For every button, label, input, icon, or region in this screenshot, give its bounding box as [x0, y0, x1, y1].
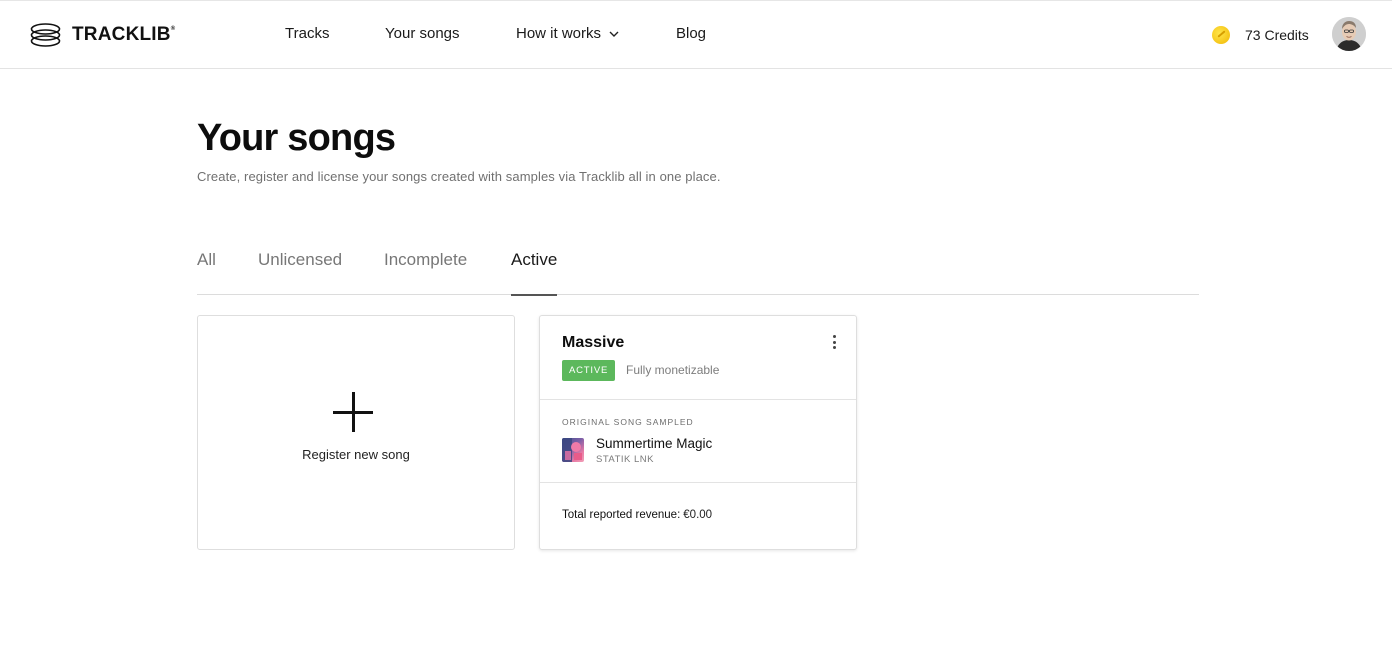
- original-song-cover[interactable]: [562, 438, 584, 462]
- user-avatar[interactable]: [1332, 17, 1366, 51]
- nav-how-it-works[interactable]: How it works: [516, 25, 619, 42]
- song-title: Massive: [562, 334, 625, 351]
- logo-text: TRACKLIB®: [72, 24, 176, 45]
- page-subtitle: Create, register and license your songs …: [197, 169, 721, 184]
- kebab-dot: [832, 346, 836, 349]
- credits-indicator[interactable]: 73 Credits: [1212, 25, 1309, 45]
- tab-all[interactable]: All: [197, 250, 216, 295]
- album-art-icon: [562, 438, 582, 462]
- nav-tracks[interactable]: Tracks: [285, 25, 329, 42]
- revenue-value: €0.00: [683, 509, 713, 521]
- tracklib-logo[interactable]: TRACKLIB®: [30, 22, 175, 48]
- tracklib-logo-icon: [30, 23, 61, 47]
- song-card[interactable]: Massive ACTIVE Fully monetizable ORIGINA…: [539, 315, 857, 550]
- nav-your-songs[interactable]: Your songs: [385, 25, 460, 42]
- page-title: Your songs: [197, 117, 396, 159]
- card-divider: [540, 482, 856, 483]
- status-note: Fully monetizable: [626, 363, 720, 377]
- original-song-title[interactable]: Summertime Magic: [596, 436, 712, 451]
- chevron-down-icon: [609, 31, 619, 37]
- song-filter-tabs: All Unlicensed Incomplete Active: [197, 248, 1199, 296]
- total-revenue: Total reported revenue: €0.00: [562, 509, 712, 521]
- tab-active[interactable]: Active: [511, 250, 558, 296]
- avatar-face-icon: [1332, 17, 1366, 51]
- nav-how-it-works-label: How it works: [516, 25, 602, 42]
- logo-registered-mark: ®: [170, 26, 176, 32]
- credit-coin-icon: [1212, 26, 1230, 44]
- kebab-dot: [832, 335, 836, 338]
- nav-blog[interactable]: Blog: [676, 25, 706, 42]
- original-song-artist: STATIK LNK: [596, 454, 654, 465]
- kebab-dot: [832, 340, 836, 344]
- top-navbar: TRACKLIB® Tracks Your songs How it works…: [0, 0, 1392, 69]
- tab-incomplete[interactable]: Incomplete: [384, 250, 467, 295]
- register-new-song-label: Register new song: [302, 447, 410, 462]
- original-song-label: ORIGINAL SONG SAMPLED: [562, 417, 694, 427]
- tab-unlicensed[interactable]: Unlicensed: [258, 250, 342, 295]
- revenue-label: Total reported revenue:: [562, 509, 681, 521]
- credits-count: 73 Credits: [1245, 27, 1309, 43]
- plus-icon: [333, 392, 373, 432]
- status-badge: ACTIVE: [562, 360, 616, 381]
- card-divider: [540, 399, 856, 400]
- kebab-menu-icon[interactable]: [828, 334, 840, 350]
- register-new-song-card[interactable]: Register new song: [197, 315, 515, 550]
